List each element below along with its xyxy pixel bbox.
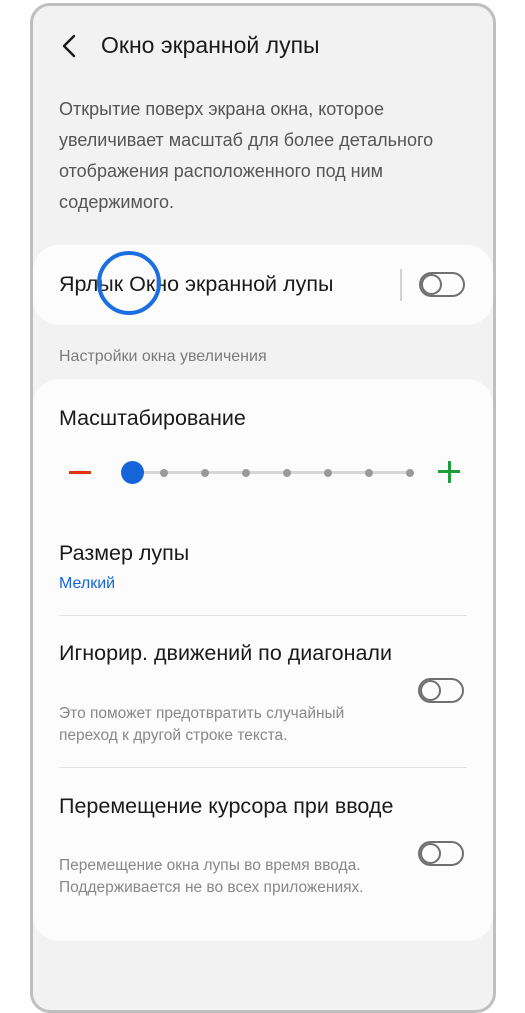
zoom-out-button[interactable] <box>69 471 91 474</box>
zoom-slider-step <box>201 468 209 477</box>
zoom-slider-step <box>242 468 250 477</box>
chevron-left-icon <box>62 34 76 58</box>
zoom-slider-step <box>160 468 168 477</box>
page-description: Открытие поверх экрана окна, которое уве… <box>59 99 434 212</box>
ignore-diagonal-toggle[interactable] <box>418 678 464 703</box>
toggle-knob <box>420 680 441 701</box>
magnifier-size-label: Размер лупы <box>59 541 190 565</box>
zoom-slider-thumb[interactable] <box>121 461 144 484</box>
follow-typing-toggle[interactable] <box>418 841 464 866</box>
follow-typing-description: Перемещение окна лупы во время ввода. По… <box>59 857 364 896</box>
ignore-diagonal-description: Это поможет предотвратить случайный пере… <box>59 705 345 744</box>
zoom-slider-step <box>324 468 332 477</box>
zoom-slider[interactable] <box>121 461 414 484</box>
shortcut-card[interactable]: Ярлык Окно экранной лупы <box>33 245 493 325</box>
phone-screen: Окно экранной лупы Открытие поверх экран… <box>30 3 496 1013</box>
magnifier-size-value: Мелкий <box>59 575 116 592</box>
zoom-slider-step <box>406 468 414 477</box>
back-button[interactable] <box>55 30 87 62</box>
follow-typing-label: Перемещение курсора при вводе <box>59 794 394 818</box>
shortcut-label: Ярлык Окно экранной лупы <box>59 272 334 296</box>
section-header: Настройки окна увеличения <box>59 348 267 365</box>
zoom-slider-step <box>365 468 373 477</box>
toggle-knob <box>420 843 441 864</box>
magnifier-settings-card: Масштабирование Размер лупы Мелкий Игнор… <box>33 379 493 941</box>
vertical-divider <box>400 269 402 301</box>
zoom-slider-step <box>283 468 291 477</box>
zoom-label: Масштабирование <box>59 406 246 430</box>
zoom-in-button[interactable] <box>438 461 460 483</box>
shortcut-toggle[interactable] <box>419 272 465 297</box>
row-divider <box>59 767 467 768</box>
ignore-diagonal-label: Игнорир. движений по диагонали <box>59 641 392 665</box>
page-title: Окно экранной лупы <box>101 32 320 58</box>
row-divider <box>59 615 467 616</box>
toggle-knob <box>421 274 442 295</box>
app-bar: Окно экранной лупы <box>33 24 493 68</box>
